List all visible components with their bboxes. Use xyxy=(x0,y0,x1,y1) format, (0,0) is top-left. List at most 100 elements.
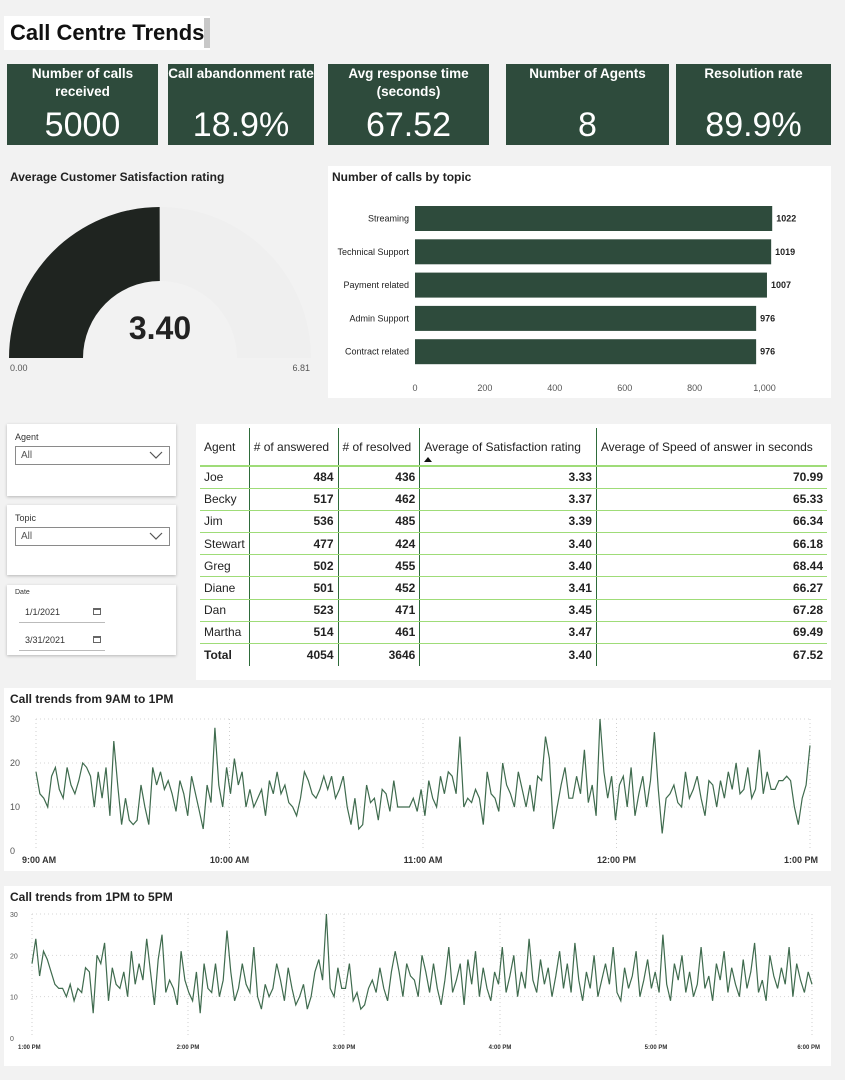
y-tick-label: 20 xyxy=(10,953,18,960)
agent-name-cell: Dan xyxy=(200,599,250,622)
calendar-icon[interactable] xyxy=(93,636,101,643)
kpi-label: Number of Agents xyxy=(529,66,646,81)
table-cell: 3646 xyxy=(338,643,421,666)
gauge-max-label: 6.81 xyxy=(292,363,310,373)
x-tick-label: 10:00 AM xyxy=(210,855,249,865)
col-header-resolved[interactable]: # of resolved xyxy=(338,428,421,466)
page-title-box: Call Centre Trends xyxy=(4,16,210,50)
topic-dropdown-value: All xyxy=(21,531,33,542)
agent-name-cell: Becky xyxy=(200,488,250,511)
table-cell: 517 xyxy=(249,488,339,511)
kpi-label: Avg response time (seconds) xyxy=(348,66,469,99)
table-cell: 4054 xyxy=(249,643,339,666)
gauge-panel: Average Customer Satisfaction rating 3.4… xyxy=(4,166,318,376)
col-header-answered[interactable]: # of answered xyxy=(249,428,339,466)
table-cell: 66.18 xyxy=(596,532,827,556)
category-label: Admin Support xyxy=(349,313,409,323)
table-cell: 3.39 xyxy=(419,510,597,534)
agent-name-cell: Greg xyxy=(200,554,250,578)
kpi-label: Call abandonment rate xyxy=(168,66,314,81)
date-start-value: 1/1/2021 xyxy=(25,607,61,617)
kpi-label: Resolution rate xyxy=(704,66,803,81)
gauge-chart: 3.40 0.00 6.81 xyxy=(9,207,311,373)
x-tick-label: 1:00 PM xyxy=(18,1045,41,1051)
calendar-icon[interactable] xyxy=(93,608,101,615)
date-slicer-label: Date xyxy=(15,589,30,596)
x-tick-label: 600 xyxy=(617,383,632,393)
x-tick-label: 12:00 PM xyxy=(597,855,636,865)
bar-3[interactable] xyxy=(415,305,757,331)
agent-name-cell: Total xyxy=(200,643,250,666)
x-tick-label: 5:00 PM xyxy=(645,1045,668,1051)
line-chart-2: 1:00 PM 2:00 PM 3:00 PM 4:00 PM 5:00 PM 6:00 … xyxy=(10,912,820,1051)
col-header-satisfaction-text: Average of Satisfaction rating xyxy=(424,439,581,454)
table-row: Stewart 477 424 3.40 66.18 xyxy=(200,532,827,556)
table-row: Martha 514 461 3.47 69.49 xyxy=(200,621,827,645)
table-cell: 424 xyxy=(338,532,421,556)
x-tick-label: 11:00 AM xyxy=(404,855,443,865)
kpi-calls-received: Number of calls received 5000 xyxy=(7,64,158,145)
table-row: Greg 502 455 3.40 68.44 xyxy=(200,554,827,578)
calls-by-topic-panel: Number of calls by topic Streaming 1022 Te… xyxy=(328,166,831,398)
table-cell: 70.99 xyxy=(596,466,827,489)
kpi-value: 18.9% xyxy=(192,106,290,144)
agent-name-cell: Stewart xyxy=(200,532,250,556)
chevron-down-icon xyxy=(149,451,163,459)
col-header-agent[interactable]: Agent xyxy=(200,428,250,466)
category-label: Streaming xyxy=(368,214,409,224)
table-cell: 502 xyxy=(249,554,339,578)
kpi-avg-response-time: Avg response time (seconds) 67.52 xyxy=(328,64,489,145)
series-line[interactable] xyxy=(31,913,813,1014)
table-cell: 3.40 xyxy=(419,532,597,556)
table-cell: 436 xyxy=(338,466,421,489)
table-row: Jim 536 485 3.39 66.34 xyxy=(200,510,827,534)
table-cell: 66.27 xyxy=(596,576,827,600)
table-cell: 3.40 xyxy=(419,643,597,666)
agent-slicer: Agent All xyxy=(7,424,176,496)
bar-2[interactable] xyxy=(415,272,767,298)
agent-table-panel: Agent # of answered # of resolved Averag… xyxy=(196,424,831,680)
table-cell: 501 xyxy=(249,576,339,600)
date-end-field[interactable]: 3/31/2021 xyxy=(19,631,105,651)
topic-dropdown[interactable]: All xyxy=(15,527,170,546)
table-cell: 477 xyxy=(249,532,339,556)
date-start-field[interactable]: 1/1/2021 xyxy=(19,603,105,623)
x-tick-label: 200 xyxy=(477,383,492,393)
line-chart-1: 9:00 AM 10:00 AM 11:00 AM 12:00 PM 1:00 PM 0 1… xyxy=(10,714,818,865)
x-tick-label: 1,000 xyxy=(753,383,776,393)
category-label: Technical Support xyxy=(337,247,409,257)
bar-chart: Streaming 1022 Technical Support 1019 Paymen… xyxy=(337,206,796,393)
x-tick-label: 2:00 PM xyxy=(177,1045,200,1051)
bar-1[interactable] xyxy=(415,239,772,265)
table-cell: 67.28 xyxy=(596,599,827,622)
y-tick-label: 0 xyxy=(10,1036,14,1043)
topic-slicer: Topic All xyxy=(7,505,176,575)
bar-4[interactable] xyxy=(415,339,757,365)
col-header-satisfaction[interactable]: Average of Satisfaction rating xyxy=(419,428,597,466)
data-label: 976 xyxy=(760,313,775,323)
table-cell: 461 xyxy=(338,621,421,645)
kpi-value: 8 xyxy=(578,106,597,144)
col-header-speed[interactable]: Average of Speed of answer in seconds xyxy=(596,428,827,466)
kpi-label: Number of calls received xyxy=(31,66,134,99)
topic-slicer-label: Topic xyxy=(15,513,37,523)
table-row: Dan 523 471 3.45 67.28 xyxy=(200,599,827,622)
kpi-value: 89.9% xyxy=(705,106,802,144)
x-tick-label: 1:00 PM xyxy=(784,855,818,865)
agent-dropdown[interactable]: All xyxy=(15,446,170,465)
table-cell: 3.47 xyxy=(419,621,597,645)
table-total-row: Total 4054 3646 3.40 67.52 xyxy=(200,643,827,666)
table-row: Becky 517 462 3.37 65.33 xyxy=(200,488,827,511)
table-cell: 452 xyxy=(338,576,421,600)
series-line[interactable] xyxy=(35,718,811,834)
x-tick-label: 400 xyxy=(547,383,562,393)
agent-name-cell: Martha xyxy=(200,621,250,645)
kpi-abandonment-rate: Call abandonment rate 18.9% xyxy=(168,64,314,145)
data-label: 1007 xyxy=(771,280,791,290)
table-cell: 471 xyxy=(338,599,421,622)
agent-name-cell: Joe xyxy=(200,466,250,489)
kpi-value: 5000 xyxy=(44,106,121,144)
sort-ascending-icon xyxy=(424,457,433,462)
bar-0[interactable] xyxy=(415,206,773,231)
date-slicer: Date 1/1/2021 3/31/2021 xyxy=(7,585,176,655)
